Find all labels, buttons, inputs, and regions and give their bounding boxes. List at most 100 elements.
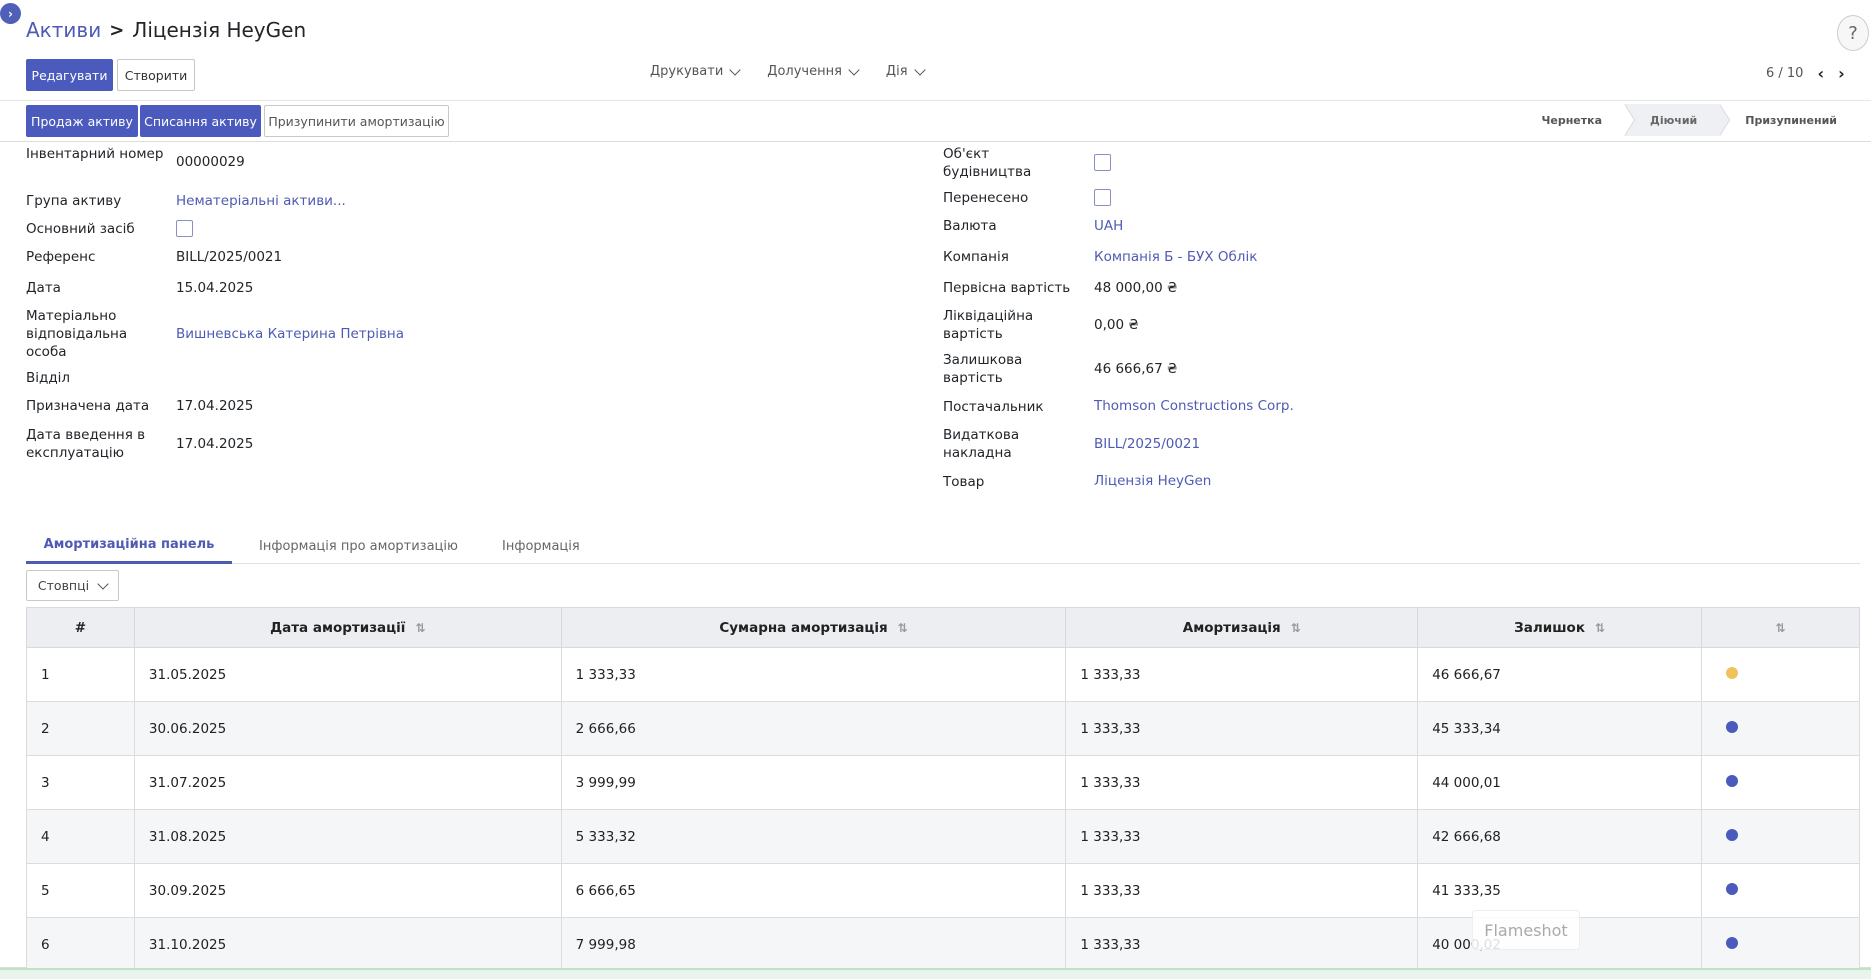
cell-status xyxy=(1701,863,1860,918)
divider xyxy=(0,141,1871,142)
asset-group-link[interactable]: Нематеріальні активи... xyxy=(176,192,346,210)
cell-depreciation: 1 333,33 xyxy=(1065,809,1419,864)
status-dot-icon xyxy=(1726,882,1739,895)
column-header-depreciation[interactable]: Амортизація ⇅ xyxy=(1065,607,1419,648)
status-dot-icon xyxy=(1726,774,1739,787)
assigned-date-value: 17.04.2025 xyxy=(176,398,254,414)
help-icon[interactable]: ? xyxy=(1837,15,1869,51)
bottom-strip xyxy=(0,968,1871,979)
residual-value-label: Залишкова вартість xyxy=(943,352,1023,386)
chevron-right-icon[interactable]: › xyxy=(1838,64,1845,83)
action-menus: Друкувати Долучення Дія xyxy=(650,63,926,79)
product-link[interactable]: Ліцензія HeyGen xyxy=(1094,472,1211,490)
cell-date: 30.06.2025 xyxy=(133,701,562,756)
cell-remaining: 46 666,67 xyxy=(1417,647,1703,702)
column-header-remaining[interactable]: Залишок ⇅ xyxy=(1417,607,1703,648)
responsible-person-link[interactable]: Вишневська Катерина Петрівна xyxy=(176,325,404,343)
create-button[interactable]: Створити xyxy=(117,59,195,91)
cell-number: 6 xyxy=(26,917,135,972)
table-row[interactable]: 4 31.08.2025 5 333,32 1 333,33 42 666,68 xyxy=(26,809,1860,864)
stage-paused[interactable]: Призупинений xyxy=(1719,104,1871,136)
construction-object-checkbox[interactable] xyxy=(1094,154,1111,171)
column-header-number[interactable]: # xyxy=(26,607,135,648)
table-row[interactable]: 1 31.05.2025 1 333,33 1 333,33 46 666,67 xyxy=(26,647,1860,702)
transferred-checkbox[interactable] xyxy=(1094,189,1111,206)
cell-cumulative: 1 333,33 xyxy=(560,647,1067,702)
sidebar-toggle-icon[interactable]: › xyxy=(0,3,21,24)
tab-info[interactable]: Інформація xyxy=(502,528,580,564)
status-dot-icon xyxy=(1726,936,1739,949)
tab-depreciation-board[interactable]: Амортизаційна панель xyxy=(26,528,232,564)
breadcrumb-parent-link[interactable]: Активи xyxy=(26,18,101,42)
initial-value-value: 48 000,00 ₴ xyxy=(1094,280,1178,296)
page-title: Ліцензія HeyGen xyxy=(132,18,307,42)
cell-date: 30.09.2025 xyxy=(133,863,562,918)
column-header-label: # xyxy=(74,619,87,636)
date-label: Дата xyxy=(26,280,61,296)
column-header-status[interactable]: ⇅ xyxy=(1701,607,1860,648)
column-header-cumulative[interactable]: Сумарна амортизація ⇅ xyxy=(560,607,1067,648)
stage-draft[interactable]: Чернетка xyxy=(1515,104,1636,136)
print-dropdown[interactable]: Друкувати xyxy=(650,63,741,79)
table-row[interactable]: 5 30.09.2025 6 666,65 1 333,33 41 333,35 xyxy=(26,863,1860,918)
residual-value-value: 46 666,67 ₴ xyxy=(1094,361,1178,377)
stage-running[interactable]: Діючий xyxy=(1624,104,1731,136)
product-label: Товар xyxy=(943,474,985,490)
columns-button[interactable]: Стовпці xyxy=(26,570,119,601)
pause-depreciation-button[interactable]: Призупинити амортизацію xyxy=(264,105,449,137)
column-header-date[interactable]: Дата амортизації ⇅ xyxy=(133,607,562,648)
cell-date: 31.10.2025 xyxy=(133,917,562,972)
cell-number: 4 xyxy=(26,809,135,864)
sort-icon[interactable]: ⇅ xyxy=(1291,621,1301,635)
cell-date: 31.08.2025 xyxy=(133,809,562,864)
cell-number: 1 xyxy=(26,647,135,702)
edit-button[interactable]: Редагувати xyxy=(26,59,113,91)
table-header-row: # Дата амортизації ⇅ Сумарна амортизація ⇅… xyxy=(26,607,1860,648)
stage-label: Діючий xyxy=(1650,113,1698,127)
inventory-number-value: 00000029 xyxy=(176,154,245,170)
form-view: › Активи > Ліцензія HeyGen ? Редагувати … xyxy=(0,0,1871,972)
divider xyxy=(0,100,1871,101)
sort-icon[interactable]: ⇅ xyxy=(898,621,908,635)
sort-icon[interactable]: ⇅ xyxy=(415,621,425,635)
sort-icon[interactable]: ⇅ xyxy=(1775,621,1785,635)
stage-label: Призупинений xyxy=(1745,113,1837,127)
chevron-down-icon xyxy=(848,63,860,76)
vendor-link[interactable]: Thomson Constructions Corp. xyxy=(1094,397,1294,415)
tab-depreciation-info[interactable]: Інформація про амортизацію xyxy=(259,528,458,564)
company-link[interactable]: Компанія Б - БУХ Облік xyxy=(1094,248,1257,266)
action-dropdown[interactable]: Дія xyxy=(885,63,926,79)
action-label: Дія xyxy=(885,64,908,79)
cell-status xyxy=(1701,647,1860,702)
dispose-asset-button[interactable]: Списання активу xyxy=(140,105,261,137)
status-dot-icon xyxy=(1726,666,1739,679)
currency-label: Валюта xyxy=(943,218,997,234)
cell-status xyxy=(1701,917,1860,972)
fixed-asset-checkbox[interactable] xyxy=(176,220,193,237)
table-row[interactable]: 3 31.07.2025 3 999,99 1 333,33 44 000,01 xyxy=(26,755,1860,810)
date-value: 15.04.2025 xyxy=(176,280,254,296)
cell-status xyxy=(1701,809,1860,864)
vendor-bill-label: Видаткова накладна xyxy=(943,427,1020,461)
vendor-bill-link[interactable]: BILL/2025/0021 xyxy=(1094,435,1200,453)
salvage-value-value: 0,00 ₴ xyxy=(1094,317,1139,333)
cell-number: 3 xyxy=(26,755,135,810)
attachments-dropdown[interactable]: Долучення xyxy=(767,63,860,79)
company-label: Компанія xyxy=(943,249,1009,265)
status-bar: Чернетка Діючий Призупинений xyxy=(1515,104,1871,136)
table-row[interactable]: 6 31.10.2025 7 999,98 1 333,33 40 000,02 xyxy=(26,917,1860,972)
print-label: Друкувати xyxy=(650,64,724,79)
breadcrumb: Активи > Ліцензія HeyGen xyxy=(26,18,306,42)
cell-depreciation: 1 333,33 xyxy=(1065,647,1419,702)
chevron-left-icon[interactable]: ‹ xyxy=(1817,64,1824,83)
cell-cumulative: 6 666,65 xyxy=(560,863,1067,918)
pager-value[interactable]: 6 / 10 xyxy=(1766,66,1803,81)
table-row[interactable]: 2 30.06.2025 2 666,66 1 333,33 45 333,34 xyxy=(26,701,1860,756)
column-header-label: Амортизація xyxy=(1182,619,1281,636)
sort-icon[interactable]: ⇅ xyxy=(1595,621,1605,635)
cell-remaining: 42 666,68 xyxy=(1417,809,1703,864)
sell-asset-button[interactable]: Продаж активу xyxy=(26,105,138,137)
currency-link[interactable]: UAH xyxy=(1094,217,1123,235)
asset-group-label: Група активу xyxy=(26,193,122,209)
cell-remaining: 44 000,01 xyxy=(1417,755,1703,810)
